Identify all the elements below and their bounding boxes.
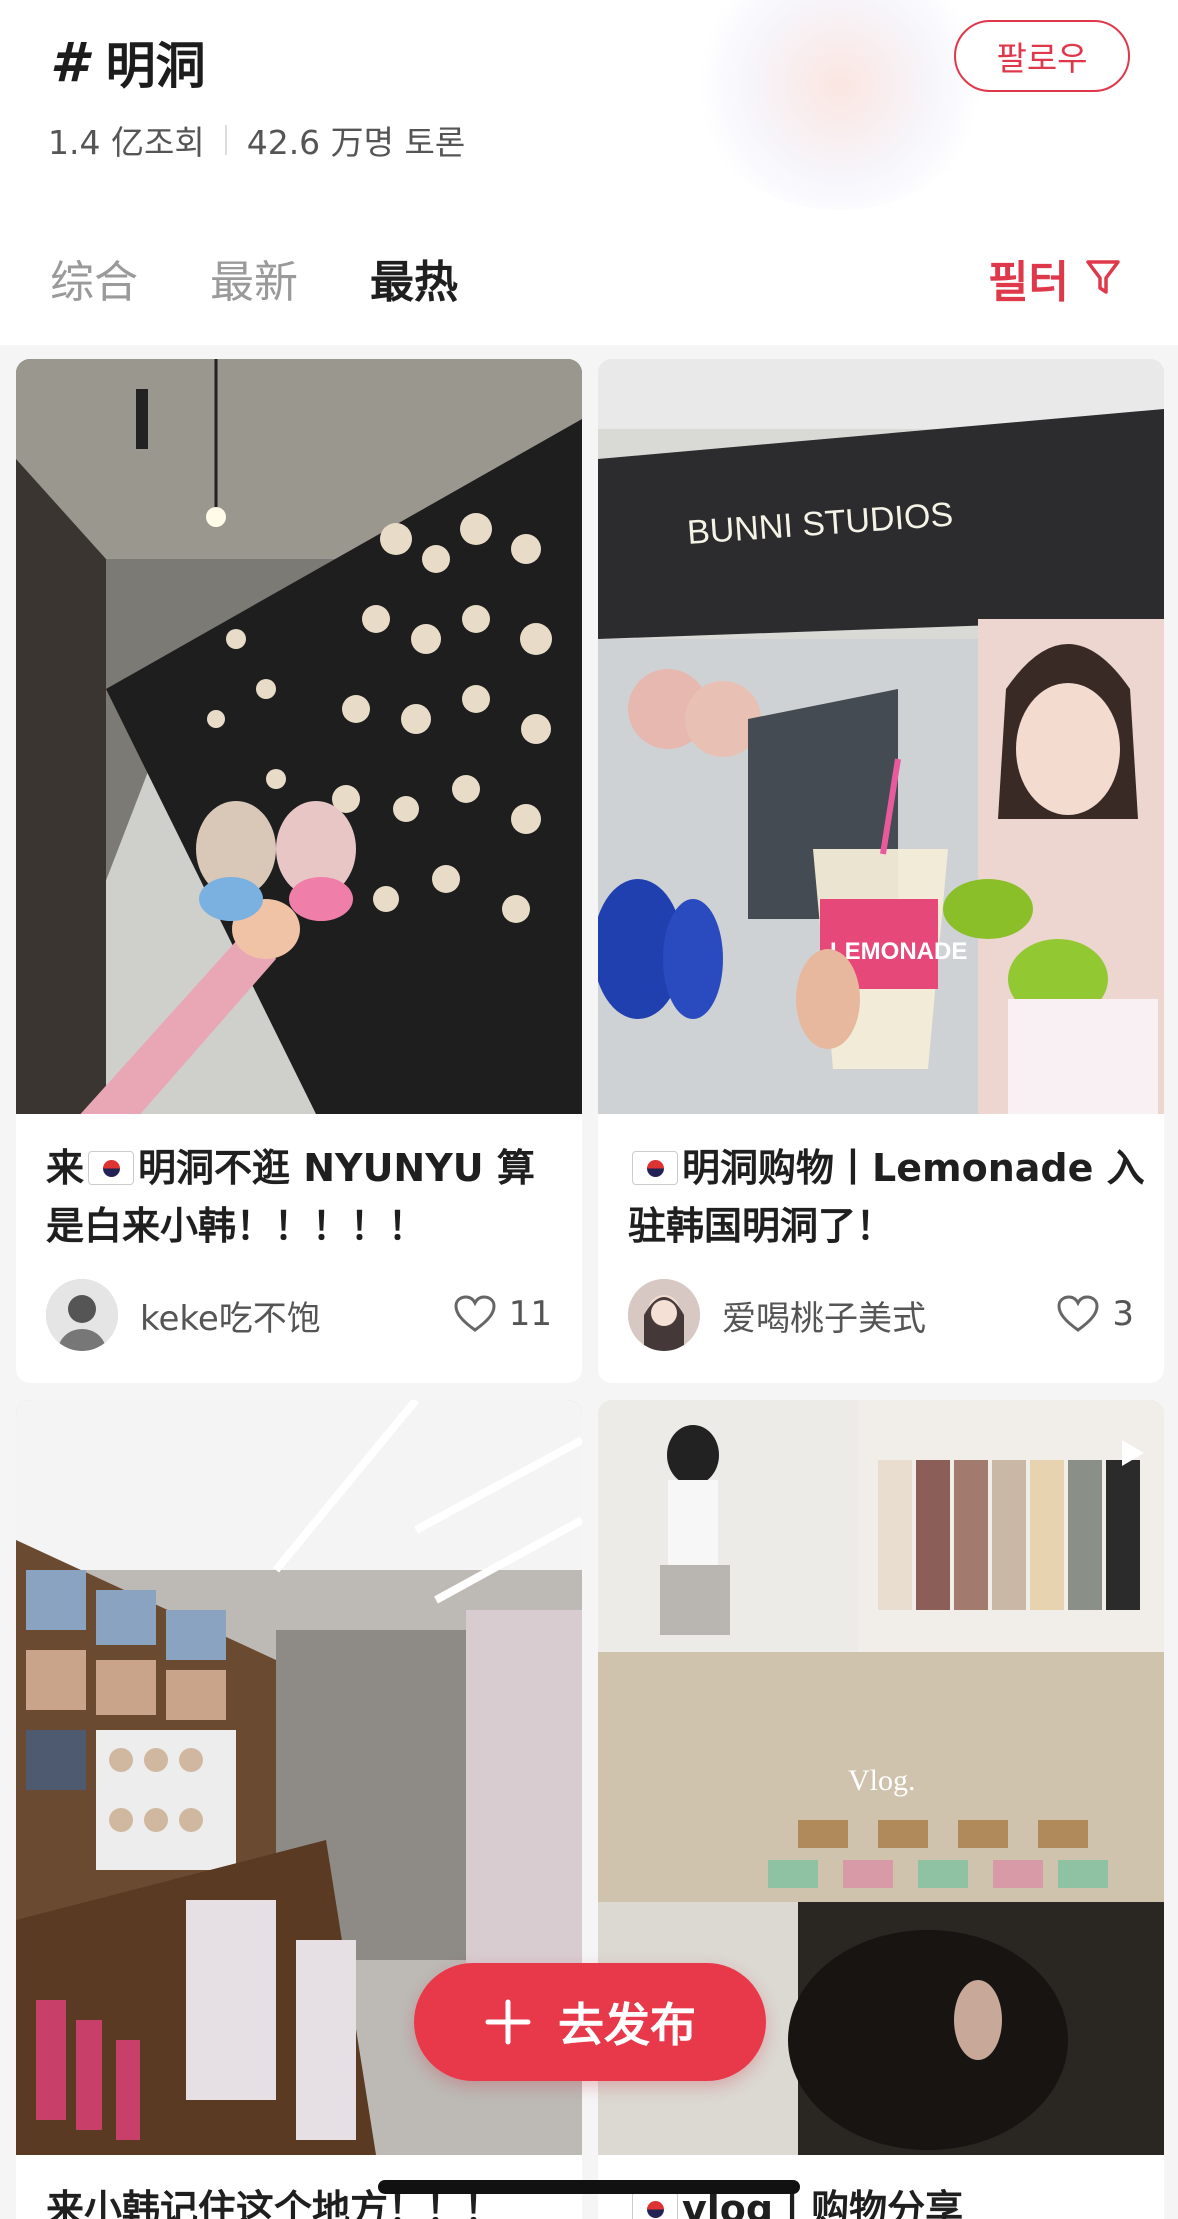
sort-tabs: 综合 最新 最热 (50, 246, 458, 310)
tab-comprehensive[interactable]: 综合 (50, 246, 138, 310)
views-count: 1.4 亿조회 (48, 123, 205, 162)
publish-button[interactable]: 去发布 (414, 1963, 766, 2081)
topic-name: 明洞 (105, 37, 206, 95)
post-card[interactable]: 来小韩记住这个地方！！！ (16, 1400, 582, 2219)
author-name: keke吃不饱 (140, 1298, 321, 1339)
post-caption: 来明洞不逛 NYUNYU 算是白来小韩！！！！！ (46, 1139, 566, 1255)
post-card[interactable]: Vlog. vlog丨购物分享 (598, 1400, 1164, 2219)
tab-hottest[interactable]: 最热 (370, 246, 458, 310)
heart-icon (454, 1295, 496, 1332)
korea-flag-icon (632, 1151, 678, 1185)
vlog-watermark-text: Vlog. (848, 1764, 916, 1797)
header-decoration (690, 0, 990, 210)
post-author[interactable]: 爱喝桃子美式 (628, 1279, 926, 1351)
stats-divider (224, 125, 227, 155)
keychain-shop-photo (16, 359, 582, 1114)
like-button[interactable]: 3 (1056, 1294, 1134, 1334)
home-indicator[interactable] (378, 2180, 800, 2194)
topic-title: # 明洞 (50, 26, 206, 98)
topic-header: # 明洞 1.4 亿조회 42.6 万명 토론 팔로우 综合 最新 最热 필터 (0, 0, 1178, 345)
caption-text: 明洞购物丨Lemonade 入驻韩国明洞了！ (628, 1146, 1145, 1248)
hashtag-icon: # (50, 30, 88, 94)
follow-button[interactable]: 팔로우 (954, 20, 1130, 92)
cup-label-text: LEMONADE (830, 938, 967, 965)
filter-button[interactable]: 필터 (988, 246, 1121, 310)
lemonade-store-photo: BUNNI STUDIOS LEMONADE (598, 359, 1164, 1114)
like-button[interactable]: 11 (453, 1294, 552, 1334)
post-author[interactable]: keke吃不饱 (46, 1279, 321, 1351)
like-count: 3 (1112, 1294, 1134, 1334)
topic-stats: 1.4 亿조회 42.6 万명 토론 (48, 116, 465, 164)
post-card[interactable]: BUNNI STUDIOS LEMONADE 明洞购物丨Lemonade 入驻韩… (598, 359, 1164, 1383)
heart-icon (1057, 1295, 1099, 1332)
funnel-icon (1086, 260, 1120, 294)
avatar (46, 1279, 118, 1351)
avatar (628, 1279, 700, 1351)
korea-flag-icon (632, 2192, 678, 2219)
korea-flag-icon (88, 1151, 135, 1185)
plus-icon (485, 1999, 531, 2045)
author-name: 爱喝桃子美式 (722, 1298, 926, 1339)
publish-label: 去发布 (558, 1998, 696, 2052)
tab-latest[interactable]: 最新 (210, 246, 298, 310)
filter-label: 필터 (988, 257, 1069, 308)
caption-text: 来 (46, 1146, 85, 1190)
discussion-count: 42.6 万명 토론 (246, 123, 466, 162)
post-card[interactable]: 来明洞不逛 NYUNYU 算是白来小韩！！！！！ keke吃不饱 11 (16, 359, 582, 1383)
post-caption: 明洞购物丨Lemonade 入驻韩国明洞了！ (628, 1139, 1148, 1255)
like-count: 11 (508, 1294, 552, 1334)
